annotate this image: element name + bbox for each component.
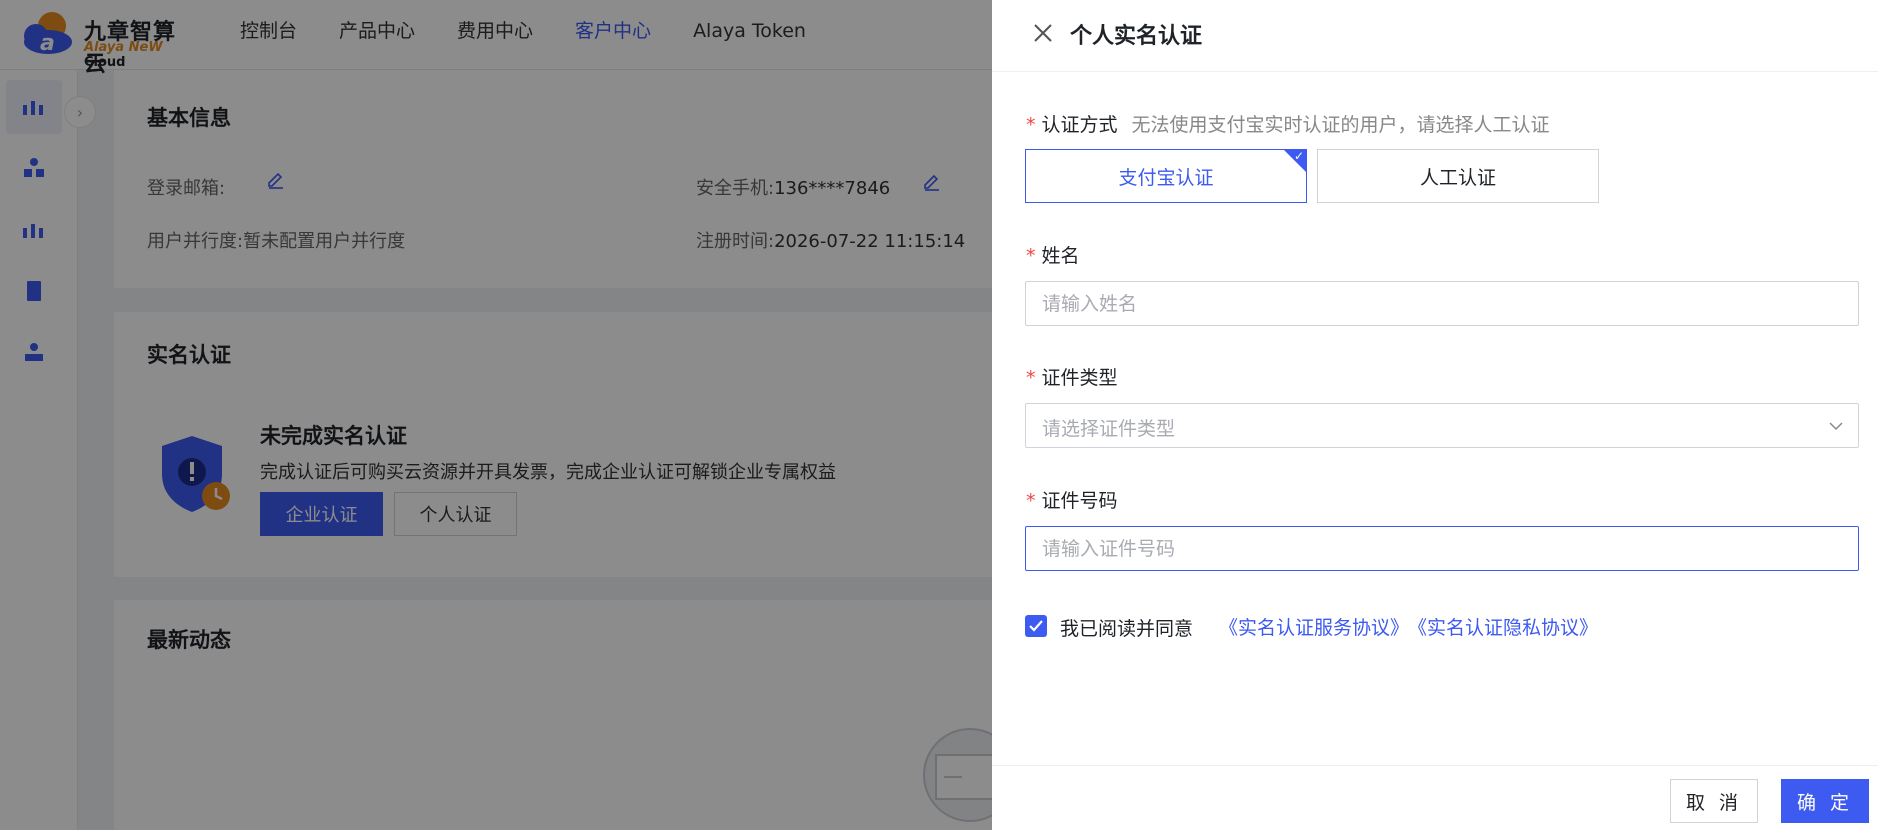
- alipay-auth-option[interactable]: 支付宝认证 ✓: [1025, 149, 1307, 203]
- auth-method-label-text: 认证方式: [1041, 114, 1118, 136]
- drawer-header: 个人实名认证: [992, 0, 1878, 72]
- service-agreement-link[interactable]: 《实名认证服务协议》: [1219, 613, 1409, 640]
- auth-method-label: * 认证方式 无法使用支付宝实时认证的用户，请选择人工认证: [1026, 110, 1550, 137]
- id-type-placeholder: 请选择证件类型: [1042, 418, 1176, 440]
- confirm-button[interactable]: 确 定: [1781, 779, 1869, 823]
- name-label-text: 姓名: [1041, 245, 1080, 267]
- manual-auth-option[interactable]: 人工认证: [1317, 149, 1599, 203]
- drawer-footer: 取 消 确 定: [992, 765, 1878, 830]
- agree-checkbox[interactable]: [1025, 615, 1047, 637]
- required-mark: *: [1026, 114, 1036, 136]
- id-type-select[interactable]: 请选择证件类型: [1025, 403, 1859, 448]
- id-number-input[interactable]: [1025, 526, 1859, 571]
- agree-text: 我已阅读并同意: [1060, 618, 1194, 640]
- check-icon: [1029, 620, 1043, 632]
- id-type-field-label: * 证件类型: [1026, 363, 1118, 390]
- id-number-field-label: * 证件号码: [1026, 486, 1118, 513]
- name-field-label: * 姓名: [1026, 241, 1080, 268]
- manual-auth-label: 人工认证: [1419, 166, 1496, 189]
- name-input[interactable]: [1025, 281, 1859, 326]
- required-mark: *: [1026, 245, 1036, 267]
- required-mark: *: [1026, 490, 1036, 512]
- chevron-down-icon: [1829, 422, 1843, 431]
- drawer-title: 个人实名认证: [1070, 24, 1203, 49]
- check-icon: ✓: [1293, 149, 1304, 163]
- id-type-label-text: 证件类型: [1041, 367, 1118, 389]
- cancel-button[interactable]: 取 消: [1670, 779, 1758, 823]
- auth-method-hint: 无法使用支付宝实时认证的用户，请选择人工认证: [1131, 114, 1550, 136]
- close-icon[interactable]: [1030, 20, 1056, 46]
- alipay-auth-label: 支付宝认证: [1118, 166, 1214, 189]
- required-mark: *: [1026, 367, 1036, 389]
- privacy-agreement-link[interactable]: 《实名认证隐私协议》: [1408, 613, 1598, 640]
- personal-realname-drawer: 个人实名认证 * 认证方式 无法使用支付宝实时认证的用户，请选择人工认证 支付宝认证…: [992, 0, 1878, 830]
- id-number-label-text: 证件号码: [1041, 490, 1118, 512]
